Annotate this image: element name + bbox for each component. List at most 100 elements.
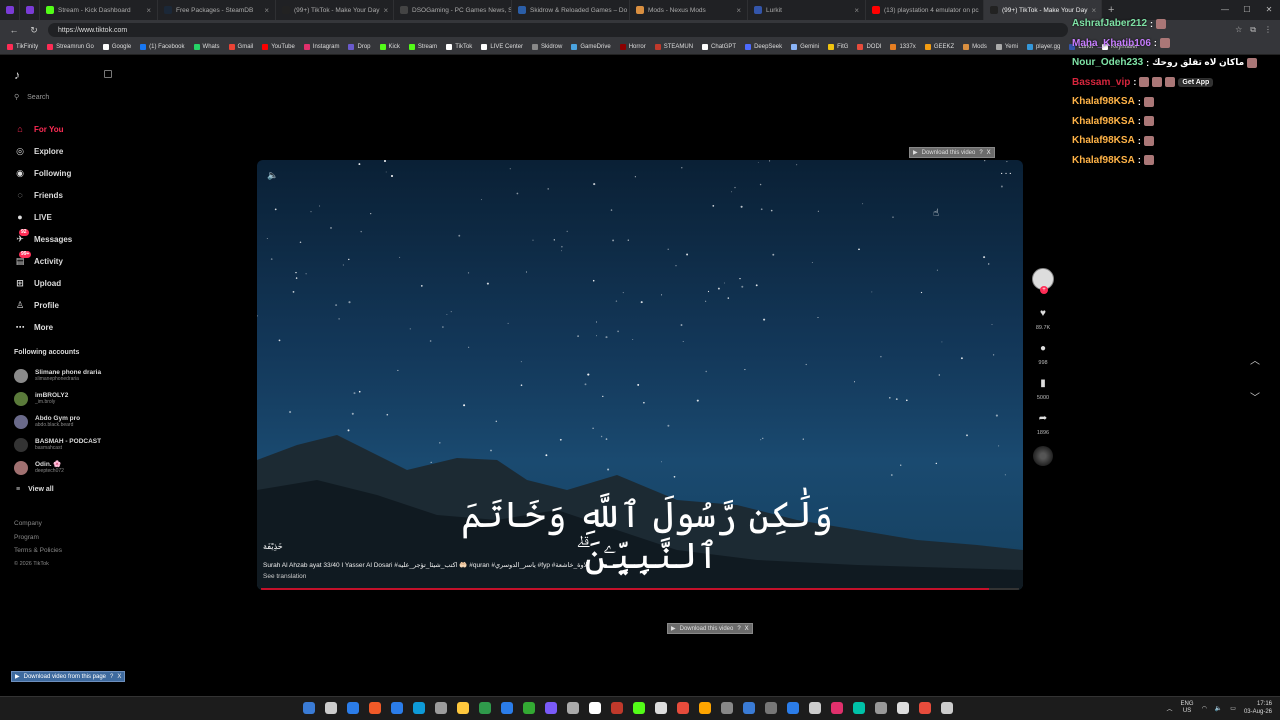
share-action[interactable]: ➦ 1896: [1037, 413, 1049, 436]
footer-company[interactable]: Company: [14, 517, 62, 531]
bookmark-item[interactable]: Google: [102, 44, 131, 50]
help-icon[interactable]: ?: [110, 674, 113, 680]
taskbar-app-icon[interactable]: [721, 702, 733, 714]
speaker-icon[interactable]: 🔈: [1215, 705, 1222, 712]
following-account[interactable]: BASMAH - PODCAST basmahcast: [14, 433, 101, 456]
bookmark-item[interactable]: Yemi: [995, 44, 1018, 50]
tab-close-icon[interactable]: ×: [146, 6, 151, 15]
chat-username[interactable]: Khalaf98KSA: [1072, 135, 1135, 146]
chevron-down-icon[interactable]: ﹀: [1250, 389, 1260, 404]
close-download-icon[interactable]: X: [987, 150, 991, 156]
following-account[interactable]: imBROLY2 _im.broly: [14, 387, 101, 410]
tab-close-icon[interactable]: ×: [383, 6, 388, 15]
nav-item-more[interactable]: ⋯ More: [14, 316, 72, 338]
video-author[interactable]: خَذِيْفَة: [263, 542, 283, 551]
bookmark-item[interactable]: Mods: [963, 44, 987, 50]
nav-item-messages[interactable]: ✈ 92 Messages: [14, 228, 72, 250]
taskbar-app-icon[interactable]: [303, 702, 315, 714]
taskbar-app-icon[interactable]: [589, 702, 601, 714]
download-video-button-top[interactable]: ▶ Download this video ? X: [909, 147, 995, 158]
nav-item-explore[interactable]: ◎ Explore: [14, 140, 72, 162]
tab-close-icon[interactable]: ×: [264, 6, 269, 15]
video-progress-bar[interactable]: [261, 588, 1019, 590]
taskbar-app-icon[interactable]: [567, 702, 579, 714]
chat-username[interactable]: Khalaf98KSA: [1072, 116, 1135, 127]
taskbar-app-icon[interactable]: [347, 702, 359, 714]
bookmark-item[interactable]: TikFinity: [7, 44, 38, 50]
reload-icon[interactable]: ↻: [28, 25, 40, 36]
bookmark-item[interactable]: GEEKZ: [924, 44, 954, 50]
nav-item-following[interactable]: ◉ Following: [14, 162, 72, 184]
chevron-up-icon[interactable]: ︿: [1250, 352, 1260, 367]
video-player[interactable]: 🔈 ··· ☝ وَلَٰكِن رَّسُولَ ٱللَّهِ وَخَات…: [257, 160, 1023, 590]
tab-close-icon[interactable]: ×: [854, 6, 859, 15]
like-action[interactable]: ♥ 89.7K: [1036, 308, 1050, 331]
search-input[interactable]: ⚲ Search: [14, 93, 49, 102]
bookmark-item[interactable]: Horror: [619, 44, 646, 50]
following-account[interactable]: Slimane phone draria slimanephonedraria: [14, 364, 101, 387]
browser-tab[interactable]: Skidrow & Reloaded Games – Do×: [512, 0, 630, 20]
download-video-button-bottom[interactable]: ▶ Download this video ? X: [667, 623, 753, 634]
bookmark-item[interactable]: TikTok: [446, 44, 472, 50]
music-disc-icon[interactable]: [1033, 446, 1053, 466]
see-translation-link[interactable]: See translation: [263, 573, 306, 580]
back-icon[interactable]: ←: [8, 25, 20, 35]
browser-tab[interactable]: Free Packages - SteamDB ×: [158, 0, 276, 20]
nav-item-for-you[interactable]: ⌂ For You: [14, 118, 72, 140]
clock[interactable]: 17:16 03-Aug-26: [1244, 700, 1272, 716]
taskbar-app-icon[interactable]: [853, 702, 865, 714]
taskbar-app-icon[interactable]: [677, 702, 689, 714]
taskbar-app-icon[interactable]: [875, 702, 887, 714]
bookmark-item[interactable]: Kick: [379, 44, 400, 50]
help-icon[interactable]: ?: [737, 626, 740, 632]
battery-icon[interactable]: ▭: [1230, 705, 1236, 712]
following-account[interactable]: Odin. 🌸 deeptech072: [14, 456, 101, 479]
following-account[interactable]: Abdo Gym pro abdo.black.beard: [14, 410, 101, 433]
browser-tab[interactable]: (13) playstation 4 emulator on pc×: [866, 0, 984, 20]
taskbar-app-icon[interactable]: [633, 702, 645, 714]
creator-avatar[interactable]: +: [1032, 268, 1054, 294]
bookmark-item[interactable]: Streamrun Go: [47, 44, 94, 50]
help-icon[interactable]: ?: [979, 150, 982, 156]
bookmark-item[interactable]: Drop: [348, 44, 371, 50]
browser-tab[interactable]: (99+) TikTok - Make Your Day ×: [276, 0, 394, 20]
bookmark-item[interactable]: Whats: [193, 44, 220, 50]
get-app-button[interactable]: Get App: [1178, 77, 1214, 87]
nav-item-upload[interactable]: ⊞ Upload: [14, 272, 72, 294]
taskbar-app-icon[interactable]: [479, 702, 491, 714]
taskbar-app-icon[interactable]: [897, 702, 909, 714]
browser-tab[interactable]: Mods - Nexus Mods ×: [630, 0, 748, 20]
taskbar-app-icon[interactable]: [941, 702, 953, 714]
bookmark-item[interactable]: Gmail: [228, 44, 253, 50]
taskbar-app-icon[interactable]: [743, 702, 755, 714]
browser-tab[interactable]: Stream - Kick Dashboard ×: [40, 0, 158, 20]
comment-action[interactable]: ● 998: [1038, 343, 1047, 366]
chat-username[interactable]: Khalaf98KSA: [1072, 96, 1135, 107]
taskbar-app-icon[interactable]: [611, 702, 623, 714]
tab-close-icon[interactable]: ×: [736, 6, 741, 15]
taskbar-app-icon[interactable]: [523, 702, 535, 714]
bookmark-item[interactable]: (1) Facebook: [140, 44, 185, 50]
taskbar-app-icon[interactable]: [325, 702, 337, 714]
footer-terms[interactable]: Terms & Policies: [14, 544, 62, 558]
chat-username[interactable]: Bassam_vip: [1072, 77, 1130, 88]
browser-tab[interactable]: [20, 0, 40, 20]
taskbar-app-icon[interactable]: [809, 702, 821, 714]
close-download-icon[interactable]: X: [117, 674, 121, 680]
nav-item-activity[interactable]: ▤ 99+ Activity: [14, 250, 72, 272]
volume-icon[interactable]: 🔈: [267, 170, 278, 181]
tiktok-logo-icon[interactable]: ♪: [14, 68, 20, 82]
bookmark-item[interactable]: Instagram: [303, 44, 339, 50]
bookmark-item[interactable]: DeepSeek: [745, 44, 782, 50]
download-page-video-button[interactable]: ▶ Download video from this page ? X: [11, 671, 126, 682]
bookmark-item[interactable]: STEAMUN: [654, 44, 693, 50]
footer-program[interactable]: Program: [14, 531, 62, 545]
collapse-sidebar-icon[interactable]: [104, 70, 112, 78]
taskbar-app-icon[interactable]: [413, 702, 425, 714]
taskbar-app-icon[interactable]: [435, 702, 447, 714]
bookmark-item[interactable]: Stream: [408, 44, 437, 50]
language-indicator[interactable]: ENG US: [1181, 701, 1194, 715]
taskbar-app-icon[interactable]: [369, 702, 381, 714]
nav-item-friends[interactable]: ◌ Friends: [14, 184, 72, 206]
taskbar-app-icon[interactable]: [919, 702, 931, 714]
